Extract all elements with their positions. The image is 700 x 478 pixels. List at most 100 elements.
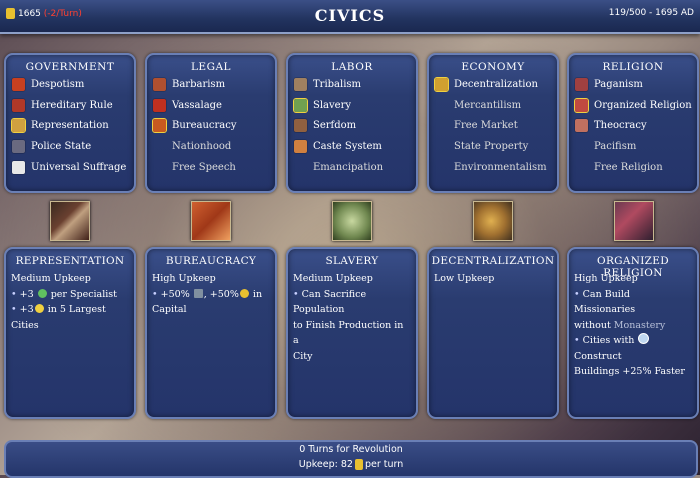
tribalism-icon bbox=[294, 78, 307, 91]
detail-panel-representation: REPRESENTATION Medium Upkeep • +3 per Sp… bbox=[4, 247, 136, 419]
happy-face-icon bbox=[34, 304, 44, 313]
civic-mercantilism[interactable]: Mercantilism bbox=[429, 96, 557, 117]
civic-representation[interactable]: Representation bbox=[6, 116, 134, 137]
civic-theocracy[interactable]: Theocracy bbox=[569, 116, 697, 137]
civic-serfdom[interactable]: Serfdom bbox=[288, 116, 416, 137]
decentralization-portrait bbox=[473, 201, 513, 241]
caste-system-icon bbox=[294, 140, 307, 154]
representation-portrait bbox=[50, 201, 90, 241]
detail-body: High Upkeep • Can Build Missionaries wit… bbox=[569, 271, 697, 380]
upkeep-text: Low Upkeep bbox=[434, 273, 495, 284]
screen-title: CIVICS bbox=[314, 6, 386, 25]
effect-line: Capital bbox=[152, 304, 187, 315]
civic-free-speech[interactable]: Free Speech bbox=[147, 158, 275, 179]
effect-line: City bbox=[293, 350, 313, 362]
effect-line: to Finish Production in a bbox=[293, 319, 404, 347]
detail-panel-slavery: SLAVERY Medium Upkeep • Can Sacrifice Po… bbox=[286, 247, 418, 419]
paganism-icon bbox=[575, 78, 588, 91]
effect-line: • +3 per Specialist bbox=[11, 288, 117, 300]
category-panel-labor: LABOR Tribalism Slavery Serfdom Caste Sy… bbox=[286, 53, 418, 193]
slavery-portrait bbox=[332, 201, 372, 241]
organized-religion-portrait bbox=[614, 201, 654, 241]
civic-tribalism[interactable]: Tribalism bbox=[288, 75, 416, 96]
category-title: LEGAL bbox=[190, 61, 232, 73]
revolution-bar: 0 Turns for Revolution Upkeep: 82 per tur… bbox=[4, 440, 698, 478]
civic-free-market[interactable]: Free Market bbox=[429, 116, 557, 137]
civic-caste-system[interactable]: Caste System bbox=[288, 137, 416, 158]
detail-body: Medium Upkeep • Can Sacrifice Population… bbox=[288, 271, 416, 364]
universal-suffrage-icon bbox=[12, 160, 25, 174]
religion-icon bbox=[638, 333, 650, 344]
effect-line: • +3 in 5 Largest Cities bbox=[11, 304, 106, 331]
detail-title: DECENTRALIZATION bbox=[431, 255, 555, 267]
detail-title: BUREAUCRACY bbox=[165, 255, 257, 267]
civic-hereditary-rule[interactable]: Hereditary Rule bbox=[6, 96, 134, 117]
slavery-icon bbox=[293, 97, 308, 113]
serfdom-icon bbox=[294, 119, 307, 133]
civic-nationhood[interactable]: Nationhood bbox=[147, 137, 275, 158]
police-state-icon bbox=[12, 140, 25, 154]
civic-paganism[interactable]: Paganism bbox=[569, 75, 697, 96]
decentralization-icon bbox=[434, 77, 449, 92]
civic-slavery[interactable]: Slavery bbox=[288, 96, 416, 117]
civic-decentralization[interactable]: Decentralization bbox=[429, 75, 557, 96]
category-panel-economy: ECONOMY Decentralization Mercantilism Fr… bbox=[427, 53, 559, 193]
category-title: RELIGION bbox=[602, 61, 664, 73]
civic-state-property[interactable]: State Property bbox=[429, 137, 557, 158]
civic-pacifism[interactable]: Pacifism bbox=[569, 137, 697, 158]
civic-despotism[interactable]: Despotism bbox=[6, 75, 134, 96]
upkeep-text: Medium Upkeep bbox=[11, 273, 91, 284]
effect-line: • Can Build Missionaries bbox=[574, 288, 636, 316]
detail-body: Medium Upkeep • +3 per Specialist • +3 i… bbox=[6, 271, 134, 333]
representation-icon bbox=[11, 118, 26, 134]
bureaucracy-icon bbox=[152, 118, 167, 134]
category-title: ECONOMY bbox=[461, 61, 525, 73]
vassalage-icon bbox=[153, 98, 166, 112]
detail-title: REPRESENTATION bbox=[15, 255, 125, 267]
effect-line: • Can Sacrifice Population bbox=[293, 288, 367, 316]
detail-body: Low Upkeep bbox=[429, 271, 557, 287]
gold-coin-icon bbox=[239, 288, 249, 298]
monastery-link[interactable]: Monastery bbox=[614, 320, 665, 331]
effect-line: • Cities with Construct bbox=[574, 333, 692, 364]
upkeep-text: High Upkeep bbox=[574, 273, 638, 284]
category-panel-religion: RELIGION Paganism Organized Religion The… bbox=[567, 53, 699, 193]
hammer-icon bbox=[193, 288, 203, 298]
civic-police-state[interactable]: Police State bbox=[6, 137, 134, 158]
detail-title: SLAVERY bbox=[325, 255, 379, 267]
detail-panel-organized-religion: ORGANIZED RELIGION High Upkeep • Can Bui… bbox=[567, 247, 699, 419]
upkeep-text: Medium Upkeep bbox=[293, 273, 373, 284]
science-icon bbox=[37, 288, 47, 298]
civic-bureaucracy[interactable]: Bureaucracy bbox=[147, 116, 275, 137]
civic-environmentalism[interactable]: Environmentalism bbox=[429, 158, 557, 179]
detail-panel-bureaucracy: BUREAUCRACY High Upkeep • +50% , +50% in… bbox=[145, 247, 277, 419]
top-bar: 1665 (-2/Turn) CIVICS 119/500 - 1695 AD bbox=[0, 0, 700, 34]
civic-emancipation[interactable]: Emancipation bbox=[288, 158, 416, 179]
theocracy-icon bbox=[575, 119, 588, 133]
gold-icon bbox=[354, 459, 363, 470]
civic-free-religion[interactable]: Free Religion bbox=[569, 158, 697, 179]
despotism-icon bbox=[12, 78, 25, 91]
civic-universal-suffrage[interactable]: Universal Suffrage bbox=[6, 158, 134, 179]
detail-title: ORGANIZED RELIGION bbox=[597, 255, 669, 279]
effect-line: Buildings +25% Faster bbox=[574, 366, 685, 377]
bureaucracy-portrait bbox=[191, 201, 231, 241]
organized-religion-icon bbox=[574, 97, 589, 113]
civic-vassalage[interactable]: Vassalage bbox=[147, 96, 275, 117]
category-title: LABOR bbox=[331, 61, 373, 73]
civic-barbarism[interactable]: Barbarism bbox=[147, 75, 275, 96]
upkeep-text: High Upkeep bbox=[152, 273, 216, 284]
barbarism-icon bbox=[153, 78, 166, 91]
effect-line: • +50% , +50% in bbox=[152, 288, 263, 300]
category-title: GOVERNMENT bbox=[25, 61, 115, 73]
turn-info: 119/500 - 1695 AD bbox=[608, 8, 694, 18]
upkeep-total: Upkeep: 82 per turn bbox=[298, 459, 404, 470]
effect-line: without Monastery bbox=[574, 319, 666, 331]
hereditary-rule-icon bbox=[12, 98, 25, 112]
revolution-turns: 0 Turns for Revolution bbox=[299, 444, 403, 455]
civic-organized-religion[interactable]: Organized Religion bbox=[569, 96, 697, 117]
category-panel-legal: LEGAL Barbarism Vassalage Bureaucracy Na… bbox=[145, 53, 277, 193]
category-panel-government: GOVERNMENT Despotism Hereditary Rule Rep… bbox=[4, 53, 136, 193]
detail-body: High Upkeep • +50% , +50% in Capital bbox=[147, 271, 275, 318]
detail-panel-decentralization: DECENTRALIZATION Low Upkeep bbox=[427, 247, 559, 419]
